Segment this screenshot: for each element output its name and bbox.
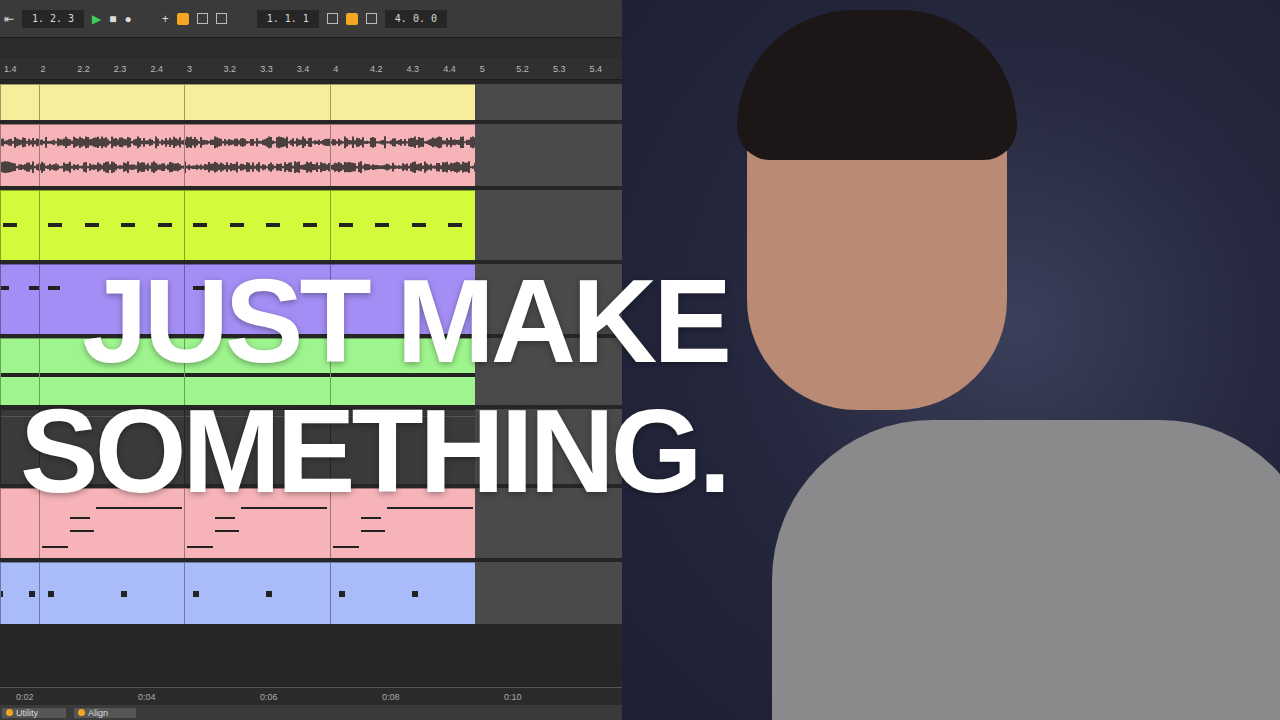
add-button[interactable]: + (162, 12, 169, 26)
clip[interactable] (0, 488, 475, 558)
headline-line: SOMETHING. (20, 392, 727, 510)
ruler-label: 5 (480, 64, 517, 74)
track-row (0, 124, 622, 186)
back-to-start-button[interactable]: ⇤ (4, 12, 14, 26)
clip[interactable] (0, 124, 475, 186)
ruler-label: 4.4 (443, 64, 480, 74)
device-label: Utility (16, 708, 38, 718)
punch-in-icon[interactable] (327, 13, 338, 24)
loop-length-field[interactable]: 4. 0. 0 (385, 10, 447, 28)
track-row (0, 190, 622, 260)
power-icon[interactable] (78, 709, 85, 716)
ruler-label: 2 (41, 64, 78, 74)
punch-icon[interactable] (216, 13, 227, 24)
device-label: Align (88, 708, 108, 718)
clip[interactable] (0, 562, 475, 624)
track-row (0, 488, 622, 558)
beat-ruler[interactable]: 1.422.22.32.433.23.33.444.24.34.455.25.3… (0, 58, 622, 80)
track-row (0, 562, 622, 624)
headline-line: JUST MAKE (82, 262, 728, 380)
track-row (0, 338, 622, 405)
clip[interactable] (0, 409, 475, 484)
transport-bar: ⇤ 1. 2. 3 ▶ ■ ● +1. 1. 1 4. 0. 0 (0, 0, 622, 38)
ruler-label: 3.4 (297, 64, 334, 74)
ruler-label: 2.3 (114, 64, 151, 74)
punch-out-icon[interactable] (366, 13, 377, 24)
time-ruler: 0:020:040:060:080:10 (0, 687, 622, 705)
ruler-label: 4.3 (407, 64, 444, 74)
waveform-icon (185, 125, 329, 186)
waveform-icon (331, 125, 475, 186)
ruler-label: 1.4 (4, 64, 41, 74)
track-list (0, 80, 622, 687)
device-chip[interactable]: Align (74, 708, 136, 718)
play-button[interactable]: ▶ (92, 12, 101, 26)
power-icon[interactable] (6, 709, 13, 716)
time-label: 0:02 (16, 692, 138, 702)
waveform-icon (1, 125, 39, 186)
track-row (0, 264, 622, 334)
ruler-label: 4 (333, 64, 370, 74)
daw-arrangement: ⇤ 1. 2. 3 ▶ ■ ● +1. 1. 1 4. 0. 0 1.422.22.32.4… (0, 0, 622, 720)
ruler-label: 3 (187, 64, 224, 74)
clip[interactable] (0, 190, 475, 260)
time-label: 0:10 (504, 692, 626, 702)
clip[interactable] (0, 338, 475, 405)
device-strip: Utility Align (0, 705, 622, 720)
loop-start-field[interactable]: 1. 1. 1 (257, 10, 319, 28)
back-icon[interactable] (197, 13, 208, 24)
ruler-label: 3.3 (260, 64, 297, 74)
loop-icon[interactable] (346, 13, 358, 25)
waveform-icon (40, 125, 184, 186)
clip[interactable] (0, 264, 475, 334)
ruler-label: 2.4 (150, 64, 187, 74)
device-chip[interactable]: Utility (2, 708, 66, 718)
ruler-label: 5.4 (590, 64, 627, 74)
track-row (0, 409, 622, 484)
track-row (0, 84, 622, 120)
stop-button[interactable]: ■ (109, 12, 116, 26)
ruler-label: 3.2 (224, 64, 261, 74)
presenter-photo (622, 0, 1280, 720)
time-label: 0:08 (382, 692, 504, 702)
clip[interactable] (0, 84, 475, 120)
record-button[interactable]: ● (124, 12, 131, 26)
ruler-label: 5.3 (553, 64, 590, 74)
ruler-label: 5.2 (516, 64, 553, 74)
time-label: 0:04 (138, 692, 260, 702)
follow-icon[interactable] (177, 13, 189, 25)
ruler-label: 2.2 (77, 64, 114, 74)
position-field[interactable]: 1. 2. 3 (22, 10, 84, 28)
ruler-label: 4.2 (370, 64, 407, 74)
time-label: 0:06 (260, 692, 382, 702)
